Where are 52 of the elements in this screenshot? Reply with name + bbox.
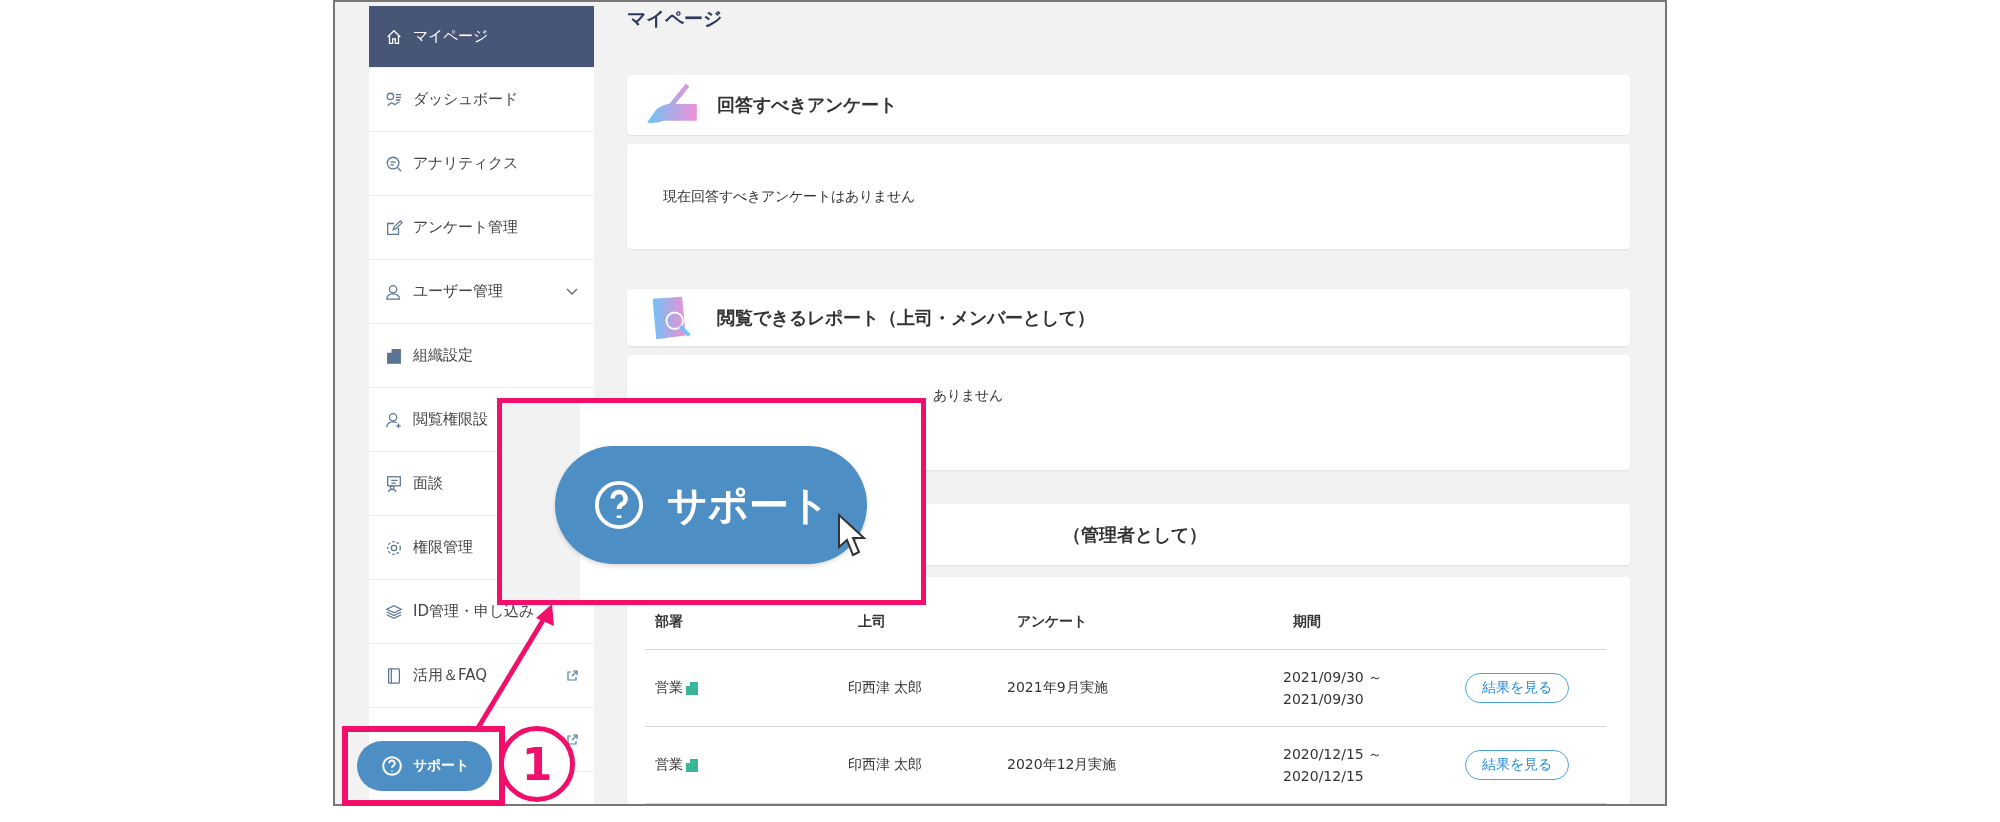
table-cell: 営業: [655, 679, 683, 697]
table-cell-text: 2021/09/30: [1283, 690, 1365, 709]
cursor-icon: [837, 513, 867, 559]
sidebar-label: ユーザー管理: [413, 282, 504, 301]
table-cell-text: 2020/12/15: [1283, 767, 1365, 786]
section-title: 閲覧できるレポート（上司・メンバーとして）: [717, 305, 1095, 330]
sidebar-item[interactable]: 活用＆FAQ: [369, 644, 594, 708]
table-cell: 営業: [655, 756, 683, 774]
view-results-button[interactable]: 結果を見る: [1465, 673, 1569, 703]
sidebar-label: アナリティクス: [413, 154, 519, 173]
sidebar-label: 権限管理: [413, 538, 474, 557]
gear-icon: [385, 538, 403, 557]
column-header: 部署: [654, 613, 684, 631]
table-cell-text: 印西津 太郎: [848, 679, 924, 697]
sidebar-item[interactable]: 組織設定: [369, 324, 594, 388]
column-header: アンケート: [1017, 613, 1088, 631]
section-title: （管理者として）: [1063, 522, 1207, 547]
column-header: 上司: [858, 613, 887, 631]
dashboard-icon: [385, 90, 403, 109]
sidebar-item[interactable]: マイページ: [369, 6, 594, 68]
useradd-icon: [385, 410, 403, 429]
analytics-icon: [385, 154, 403, 173]
view-results-button[interactable]: 結果を見る: [1465, 750, 1569, 780]
sidebar-label: 組織設定: [413, 346, 474, 365]
help-icon: [592, 479, 645, 531]
empty-message: 現在回答すべきアンケートはありません: [663, 187, 915, 206]
help-icon: [380, 755, 403, 777]
meeting-icon: [385, 474, 403, 493]
sidebar-item[interactable]: ダッシュボード: [369, 68, 594, 132]
sidebar-item[interactable]: アナリティクス: [369, 132, 594, 196]
book-icon: [385, 666, 403, 685]
users-icon: [385, 282, 403, 301]
section-title: 回答すべきアンケート: [717, 92, 897, 117]
sidebar-item[interactable]: ユーザー管理: [369, 260, 594, 324]
sidebar-label: 活用＆FAQ: [413, 666, 489, 685]
sidebar-label: ダッシュボード: [413, 90, 519, 109]
empty-message: ありません: [933, 387, 1003, 406]
sidebar-label: 閲覧権限設: [413, 410, 489, 429]
layers-icon: [385, 602, 403, 621]
table-cell-text: 2020/12/15 ～: [1283, 745, 1384, 764]
column-header: 期間: [1293, 613, 1321, 631]
sidebar-item[interactable]: アンケート管理: [369, 196, 594, 260]
sidebar-label: アンケート管理: [413, 218, 519, 237]
home-icon: [385, 27, 403, 46]
table-cell-text: 2021/09/30 ～: [1283, 668, 1384, 687]
page-title: マイページ: [627, 6, 723, 31]
table-cell-text: 2020年12月実施: [1007, 756, 1118, 774]
sidebar-label: 面談: [413, 474, 444, 493]
sidebar-label: マイページ: [413, 27, 489, 46]
table-cell-text: 2021年9月実施: [1007, 679, 1109, 697]
edit-icon: [385, 218, 403, 237]
table-cell-text: 印西津 太郎: [848, 756, 924, 774]
